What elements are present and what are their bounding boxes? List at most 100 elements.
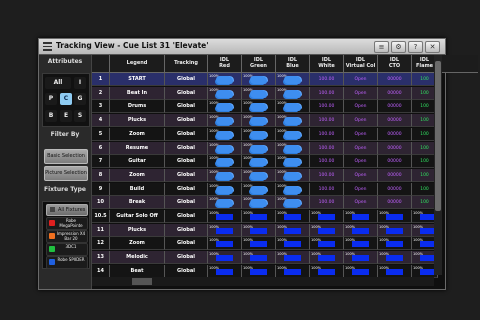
help-button[interactable]: ? — [408, 41, 423, 53]
attr-g-button[interactable]: G — [74, 93, 86, 105]
picture-selection-button[interactable]: Picture Selection — [44, 166, 88, 181]
tracking-cell[interactable]: Global — [165, 237, 208, 251]
attr-c-button[interactable]: C — [60, 93, 72, 105]
level-cell[interactable]: 100% — [276, 264, 310, 278]
virtual-color-cell[interactable]: Open — [344, 86, 378, 100]
cue-number-cell[interactable]: 3 — [92, 100, 110, 114]
table-row[interactable]: 8 Zoom Global 100% 100% 100% 100.00 Open 00000 10… — [92, 168, 438, 182]
cto-value-cell[interactable]: 00000 — [378, 168, 412, 182]
legend-cell[interactable]: Melodic — [110, 251, 165, 265]
tracking-cell[interactable]: Global — [165, 168, 208, 182]
level-cell[interactable]: 100% — [242, 182, 276, 196]
level-cell[interactable]: 100% — [208, 196, 242, 210]
table-row[interactable]: 7 Guitar Global 100% 100% 100% 100.00 Open 00000… — [92, 155, 438, 169]
scroll-thumb[interactable] — [435, 61, 441, 211]
vertical-scrollbar[interactable] — [434, 55, 442, 275]
level-cell[interactable]: 100% — [344, 223, 378, 237]
tracking-cell[interactable]: Global — [165, 251, 208, 265]
title-bar[interactable]: Tracking View - Cue List 31 'Elevate' ≡ … — [39, 39, 445, 55]
white-value-cell[interactable]: 100.00 — [310, 73, 344, 86]
level-cell[interactable]: 100% — [310, 237, 344, 251]
level-cell[interactable]: 100% — [208, 86, 242, 100]
white-value-cell[interactable]: 100.00 — [310, 182, 344, 196]
level-cell[interactable]: 100% — [276, 237, 310, 251]
level-cell[interactable]: 100% — [310, 264, 344, 278]
legend-cell[interactable]: Zoom — [110, 127, 165, 141]
table-row[interactable]: 13 Melodic Global 100% 100% 100% 100% 100% 100% 1… — [92, 251, 438, 265]
settings-button[interactable]: ⚙ — [391, 41, 406, 53]
level-cell[interactable]: 100% — [276, 168, 310, 182]
level-cell[interactable]: 100% — [208, 264, 242, 278]
level-cell[interactable]: 100% — [242, 73, 276, 86]
attr-p-button[interactable]: P — [45, 93, 57, 105]
level-cell[interactable]: 100% — [208, 155, 242, 169]
scroll-thumb[interactable] — [132, 278, 152, 285]
column-header[interactable]: Legend — [110, 55, 165, 72]
level-cell[interactable]: 100% — [276, 114, 310, 128]
level-cell[interactable]: 100% — [208, 223, 242, 237]
attr-e-button[interactable]: E — [60, 110, 72, 122]
tracking-cell[interactable]: Global — [165, 73, 208, 86]
table-row[interactable]: 9 Build Global 100% 100% 100% 100.00 Open 00000 1… — [92, 182, 438, 196]
tracking-cell[interactable]: Global — [165, 100, 208, 114]
white-value-cell[interactable]: 100.00 — [310, 168, 344, 182]
level-cell[interactable]: 100% — [344, 264, 378, 278]
level-cell[interactable]: 100% — [310, 251, 344, 265]
tracking-cell[interactable]: Global — [165, 210, 208, 223]
level-cell[interactable]: 100% — [242, 86, 276, 100]
table-row[interactable]: 14 Beat Global 100% 100% 100% 100% 100% 100% 100% — [92, 264, 438, 278]
level-cell[interactable]: 100% — [242, 210, 276, 223]
cue-number-cell[interactable]: 2 — [92, 86, 110, 100]
column-header[interactable] — [92, 55, 110, 72]
level-cell[interactable]: 100% — [242, 155, 276, 169]
level-cell[interactable]: 100% — [276, 141, 310, 155]
virtual-color-cell[interactable]: Open — [344, 127, 378, 141]
level-cell[interactable]: 100% — [276, 182, 310, 196]
fixture-type-item[interactable]: Robe SPIIDER — [46, 256, 88, 269]
level-cell[interactable]: 100% — [242, 100, 276, 114]
level-cell[interactable]: 100% — [344, 251, 378, 265]
column-header[interactable]: IDL Red — [208, 55, 242, 72]
level-cell[interactable]: 100% — [276, 251, 310, 265]
table-row[interactable]: 12 Zoom Global 100% 100% 100% 100% 100% 100% 100% — [92, 237, 438, 251]
fixture-type-item[interactable]: 3DC1 — [46, 243, 88, 256]
cue-number-cell[interactable]: 5 — [92, 127, 110, 141]
cto-value-cell[interactable]: 00000 — [378, 155, 412, 169]
level-cell[interactable]: 100% — [378, 237, 412, 251]
cue-number-cell[interactable]: 7 — [92, 155, 110, 169]
all-fixtures-button[interactable]: All Fixtures — [46, 204, 88, 216]
white-value-cell[interactable]: 100.00 — [310, 155, 344, 169]
cue-number-cell[interactable]: 14 — [92, 264, 110, 278]
attr-b-button[interactable]: B — [45, 110, 57, 122]
level-cell[interactable]: 100% — [242, 264, 276, 278]
fixture-type-item[interactable]: Impression X4 Bar 20 — [46, 230, 88, 243]
legend-cell[interactable]: Guitar — [110, 155, 165, 169]
white-value-cell[interactable]: 100.00 — [310, 86, 344, 100]
cue-number-cell[interactable]: 8 — [92, 168, 110, 182]
table-row[interactable]: 11 Plucks Global 100% 100% 100% 100% 100% 100% 10… — [92, 223, 438, 237]
legend-cell[interactable]: Break — [110, 196, 165, 210]
cto-value-cell[interactable]: 00000 — [378, 196, 412, 210]
level-cell[interactable]: 100% — [276, 223, 310, 237]
virtual-color-cell[interactable]: Open — [344, 168, 378, 182]
level-cell[interactable]: 100% — [208, 127, 242, 141]
level-cell[interactable]: 100% — [276, 73, 310, 86]
level-cell[interactable]: 100% — [378, 251, 412, 265]
legend-cell[interactable]: Guitar Solo Off — [110, 210, 165, 223]
level-cell[interactable]: 100% — [242, 141, 276, 155]
level-cell[interactable]: 100% — [208, 141, 242, 155]
level-cell[interactable]: 100% — [208, 237, 242, 251]
column-header[interactable]: Tracking — [165, 55, 208, 72]
table-row[interactable]: 10.5 Guitar Solo Off Global 100% 100% 100% 100… — [92, 210, 438, 223]
tracking-cell[interactable]: Global — [165, 223, 208, 237]
column-header[interactable]: IDL Green — [242, 55, 276, 72]
legend-cell[interactable]: Plucks — [110, 223, 165, 237]
virtual-color-cell[interactable]: Open — [344, 73, 378, 86]
level-cell[interactable]: 100% — [242, 114, 276, 128]
cto-value-cell[interactable]: 00000 — [378, 127, 412, 141]
cue-number-cell[interactable]: 4 — [92, 114, 110, 128]
table-row[interactable]: 3 Drums Global 100% 100% 100% 100.00 Open 00000 1… — [92, 100, 438, 114]
legend-cell[interactable]: Beat In — [110, 86, 165, 100]
white-value-cell[interactable]: 100.00 — [310, 196, 344, 210]
menu-icon[interactable] — [43, 42, 52, 51]
